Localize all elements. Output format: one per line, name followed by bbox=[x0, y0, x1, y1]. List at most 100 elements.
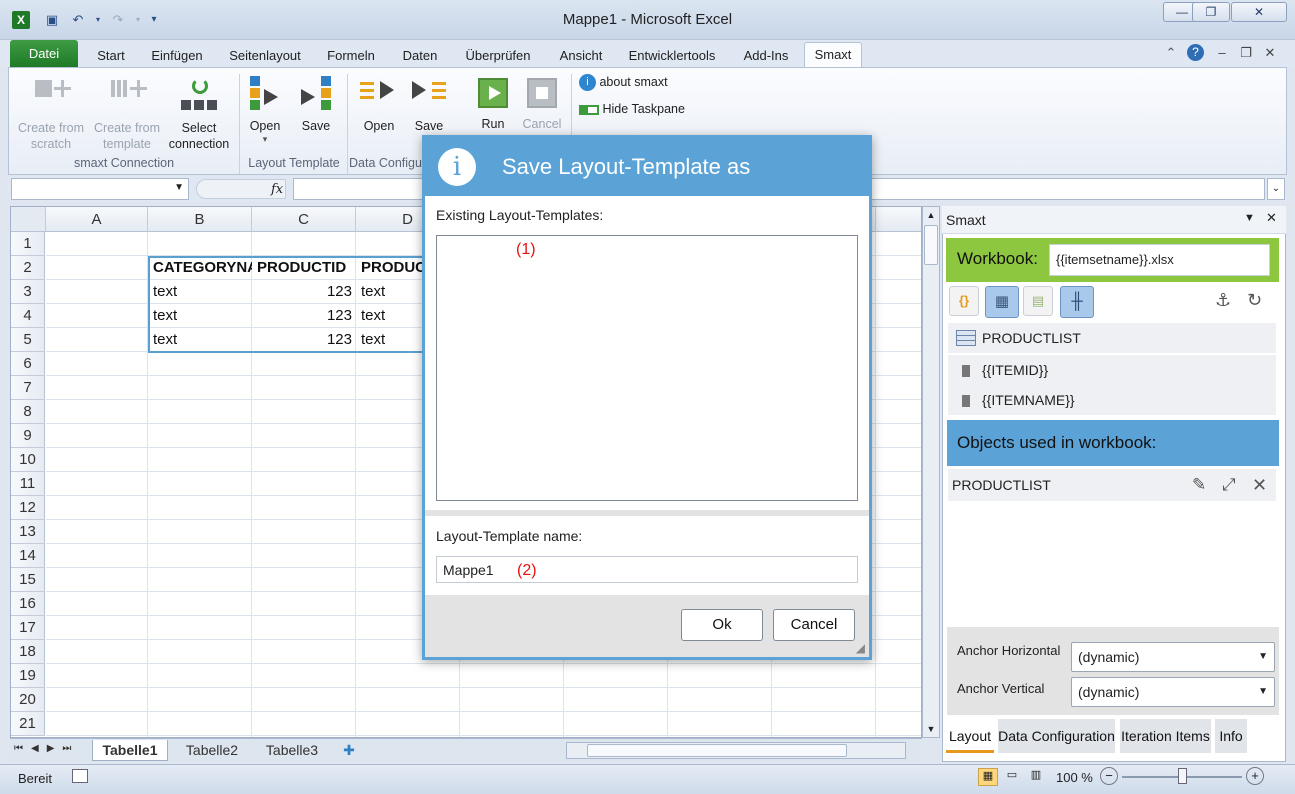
sheet-tab-tabelle2[interactable]: Tabelle2 bbox=[176, 740, 248, 761]
row-header[interactable]: 8 bbox=[11, 400, 45, 424]
tab-start[interactable]: Start bbox=[90, 46, 132, 68]
template-name-input[interactable]: Mappe1 (2) bbox=[436, 556, 858, 583]
restore-button[interactable]: ❐ bbox=[1192, 2, 1230, 22]
zoom-out-icon[interactable]: − bbox=[1100, 767, 1118, 785]
tab-formeln[interactable]: Formeln bbox=[322, 46, 380, 68]
layout-save-button[interactable]: Save bbox=[295, 76, 337, 134]
row-header[interactable]: 9 bbox=[11, 424, 45, 448]
workbook-minimize-icon[interactable]: – bbox=[1214, 45, 1230, 61]
tab-ansicht[interactable]: Ansicht bbox=[556, 46, 606, 68]
row-header[interactable]: 6 bbox=[11, 352, 45, 376]
name-box[interactable]: ▼ bbox=[11, 178, 189, 200]
refresh-icon[interactable]: ↻ bbox=[1247, 290, 1262, 311]
row-header[interactable]: 20 bbox=[11, 688, 45, 712]
workbook-name-input[interactable]: {{itemsetname}}.xlsx bbox=[1049, 244, 1270, 276]
pane-close-icon[interactable]: ✕ bbox=[1266, 210, 1277, 226]
h-scroll-thumb[interactable] bbox=[587, 744, 847, 757]
tab-smaxt[interactable]: Smaxt bbox=[804, 42, 862, 68]
scroll-down-icon[interactable]: ▼ bbox=[923, 721, 939, 737]
row-header[interactable]: 15 bbox=[11, 568, 45, 592]
anchor-horizontal-select[interactable]: (dynamic) ▼ bbox=[1071, 642, 1275, 672]
macro-record-icon[interactable] bbox=[72, 769, 88, 783]
row-header[interactable]: 17 bbox=[11, 616, 45, 640]
data-open-button[interactable]: Open bbox=[357, 76, 401, 134]
row-header[interactable]: 7 bbox=[11, 376, 45, 400]
pane-menu-icon[interactable]: ▼ bbox=[1244, 212, 1255, 224]
scroll-thumb[interactable] bbox=[924, 225, 938, 265]
hide-taskpane-button[interactable]: Hide Taskpane bbox=[579, 101, 699, 121]
pane-tab-layout[interactable]: Layout bbox=[946, 719, 994, 753]
vertical-scrollbar[interactable]: ▲ ▼ bbox=[922, 206, 940, 738]
zoom-level[interactable]: 100 % bbox=[1056, 770, 1093, 785]
row-header[interactable]: 13 bbox=[11, 520, 45, 544]
fx-icon[interactable]: fx bbox=[271, 182, 283, 197]
resize-grip-icon[interactable]: ◢ bbox=[856, 641, 865, 655]
page-layout-view-icon[interactable]: ▭ bbox=[1002, 768, 1022, 786]
about-smaxt-button[interactable]: i about smaxt bbox=[579, 74, 689, 94]
data-save-button[interactable]: Save bbox=[407, 76, 451, 134]
expand-formula-icon[interactable]: ⌄ bbox=[1267, 178, 1285, 200]
row-header[interactable]: 19 bbox=[11, 664, 45, 688]
sheet-tab-tabelle1[interactable]: Tabelle1 bbox=[92, 740, 168, 761]
row-header[interactable]: 3 bbox=[11, 280, 45, 304]
minimize-ribbon-icon[interactable]: ⌃ bbox=[1163, 45, 1179, 61]
sheet-nav-icons[interactable]: ⏮◀▶⏭ bbox=[14, 743, 79, 754]
column-header-i[interactable] bbox=[876, 207, 921, 232]
pane-tab-data-configuration[interactable]: Data Configuration bbox=[998, 719, 1115, 753]
row-header[interactable]: 5 bbox=[11, 328, 45, 352]
cancel-run-button[interactable]: Cancel bbox=[519, 78, 565, 132]
existing-templates-list[interactable]: (1) bbox=[436, 235, 858, 501]
anchor-icon[interactable]: ⚓ bbox=[1215, 290, 1231, 311]
tab-datei[interactable]: Datei bbox=[10, 40, 78, 67]
page-break-view-icon[interactable]: ▥ bbox=[1026, 768, 1046, 786]
row-header[interactable]: 21 bbox=[11, 712, 45, 736]
create-from-template-button[interactable]: Create from template bbox=[89, 78, 165, 152]
sheet-tab-tabelle3[interactable]: Tabelle3 bbox=[256, 740, 328, 761]
horizontal-scrollbar[interactable] bbox=[566, 742, 906, 759]
zoom-slider-thumb[interactable] bbox=[1178, 768, 1187, 784]
row-header[interactable]: 11 bbox=[11, 472, 45, 496]
tab-seitenlayout[interactable]: Seitenlayout bbox=[226, 46, 304, 68]
select-connection-button[interactable]: Select connection bbox=[163, 78, 235, 152]
delete-icon[interactable]: ✕ bbox=[1252, 469, 1267, 501]
help-icon[interactable]: ? bbox=[1187, 44, 1204, 61]
column-header-b[interactable]: B bbox=[148, 207, 252, 232]
pane-tab-info[interactable]: Info bbox=[1215, 719, 1247, 753]
tree-item-itemname[interactable]: {{ITEMNAME}} bbox=[948, 385, 1276, 415]
row-header[interactable]: 10 bbox=[11, 448, 45, 472]
row-header[interactable]: 16 bbox=[11, 592, 45, 616]
new-sheet-icon[interactable]: ✚ bbox=[338, 740, 360, 761]
workbook-restore-icon[interactable]: ❐ bbox=[1238, 45, 1254, 61]
tab-einfuegen[interactable]: Einfügen bbox=[148, 46, 206, 68]
scroll-up-icon[interactable]: ▲ bbox=[923, 207, 939, 223]
cancel-button[interactable]: Cancel bbox=[773, 609, 855, 641]
braces-icon[interactable]: {} bbox=[949, 286, 979, 316]
row-header[interactable]: 14 bbox=[11, 544, 45, 568]
edit-icon[interactable]: ✎ bbox=[1192, 469, 1206, 501]
tab-ueberpruefen[interactable]: Überprüfen bbox=[460, 46, 536, 68]
row-header[interactable]: 18 bbox=[11, 640, 45, 664]
run-button[interactable]: Run bbox=[473, 78, 513, 132]
tab-daten[interactable]: Daten bbox=[398, 46, 442, 68]
tab-entwicklertools[interactable]: Entwicklertools bbox=[624, 46, 720, 68]
anchor-vertical-select[interactable]: (dynamic) ▼ bbox=[1071, 677, 1275, 707]
row-header[interactable]: 1 bbox=[11, 232, 45, 256]
name-box-dropdown-icon[interactable]: ▼ bbox=[174, 182, 184, 193]
pane-tab-iteration-items[interactable]: Iteration Items bbox=[1120, 719, 1211, 753]
create-from-scratch-button[interactable]: Create from scratch bbox=[13, 78, 89, 152]
select-all-corner[interactable] bbox=[11, 207, 46, 232]
tree-item-itemid[interactable]: {{ITEMID}} bbox=[948, 355, 1276, 385]
workbook-close-icon[interactable]: ✕ bbox=[1262, 45, 1278, 61]
table-icon[interactable]: ▦ bbox=[985, 286, 1019, 318]
layout-open-button[interactable]: Open ▾ bbox=[245, 76, 285, 144]
object-row-productlist[interactable]: PRODUCTLIST ✎ ⤢ ✕ bbox=[948, 469, 1276, 501]
zoom-in-icon[interactable]: + bbox=[1246, 767, 1264, 785]
column-split-icon[interactable]: ╫ bbox=[1060, 286, 1094, 318]
normal-view-icon[interactable]: ▦ bbox=[978, 768, 998, 786]
ok-button[interactable]: Ok bbox=[681, 609, 763, 641]
row-header[interactable]: 2 bbox=[11, 256, 45, 280]
column-header-c[interactable]: C bbox=[252, 207, 356, 232]
grid-icon[interactable]: ▤ bbox=[1023, 286, 1053, 316]
tree-item-productlist[interactable]: PRODUCTLIST bbox=[948, 323, 1276, 353]
row-header[interactable]: 4 bbox=[11, 304, 45, 328]
